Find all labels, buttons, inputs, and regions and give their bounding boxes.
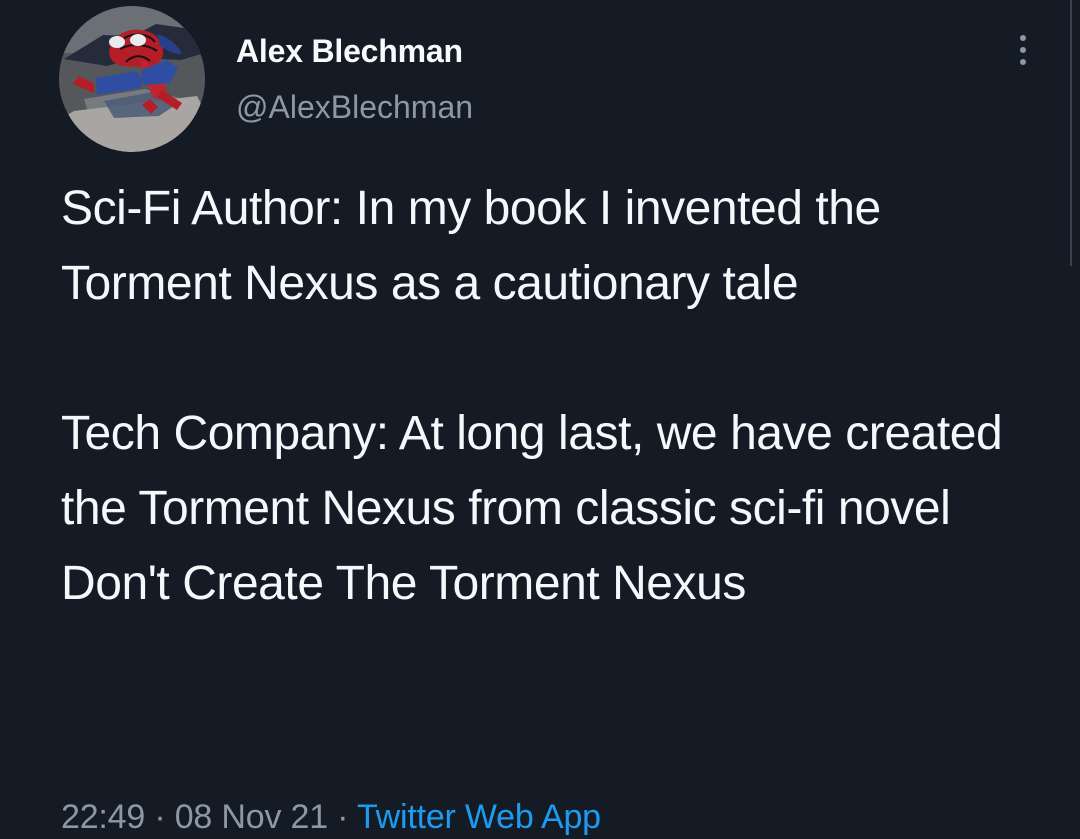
spiderman-avatar-image <box>59 6 205 152</box>
tweet-card: Alex Blechman @AlexBlechman Sci-Fi Autho… <box>0 0 1080 839</box>
tweet-source-link[interactable]: Twitter Web App <box>357 798 601 836</box>
scroll-indicator[interactable] <box>1070 0 1072 266</box>
tweet-text: Sci-Fi Author: In my book I invented the… <box>61 171 1041 621</box>
more-options-dot <box>1020 35 1026 41</box>
tweet-date[interactable]: 08 Nov 21 <box>175 798 328 836</box>
tweet-paragraph-tech-company: Tech Company: At long last, we have crea… <box>61 407 1003 610</box>
tweet-metadata: 22:49 · 08 Nov 21 · Twitter Web App <box>61 795 601 839</box>
metadata-separator: · <box>154 798 166 836</box>
more-options-dot <box>1020 47 1026 53</box>
metadata-separator: · <box>337 798 349 836</box>
more-options-dot <box>1020 59 1026 65</box>
more-options-icon[interactable] <box>1008 30 1038 70</box>
author-display-name[interactable]: Alex Blechman <box>236 32 463 70</box>
tweet-time[interactable]: 22:49 <box>61 798 145 836</box>
author-handle[interactable]: @AlexBlechman <box>236 88 473 126</box>
profile-avatar[interactable] <box>59 6 205 152</box>
tweet-paragraph-sci-fi-author: Sci-Fi Author: In my book I invented the… <box>61 182 881 310</box>
